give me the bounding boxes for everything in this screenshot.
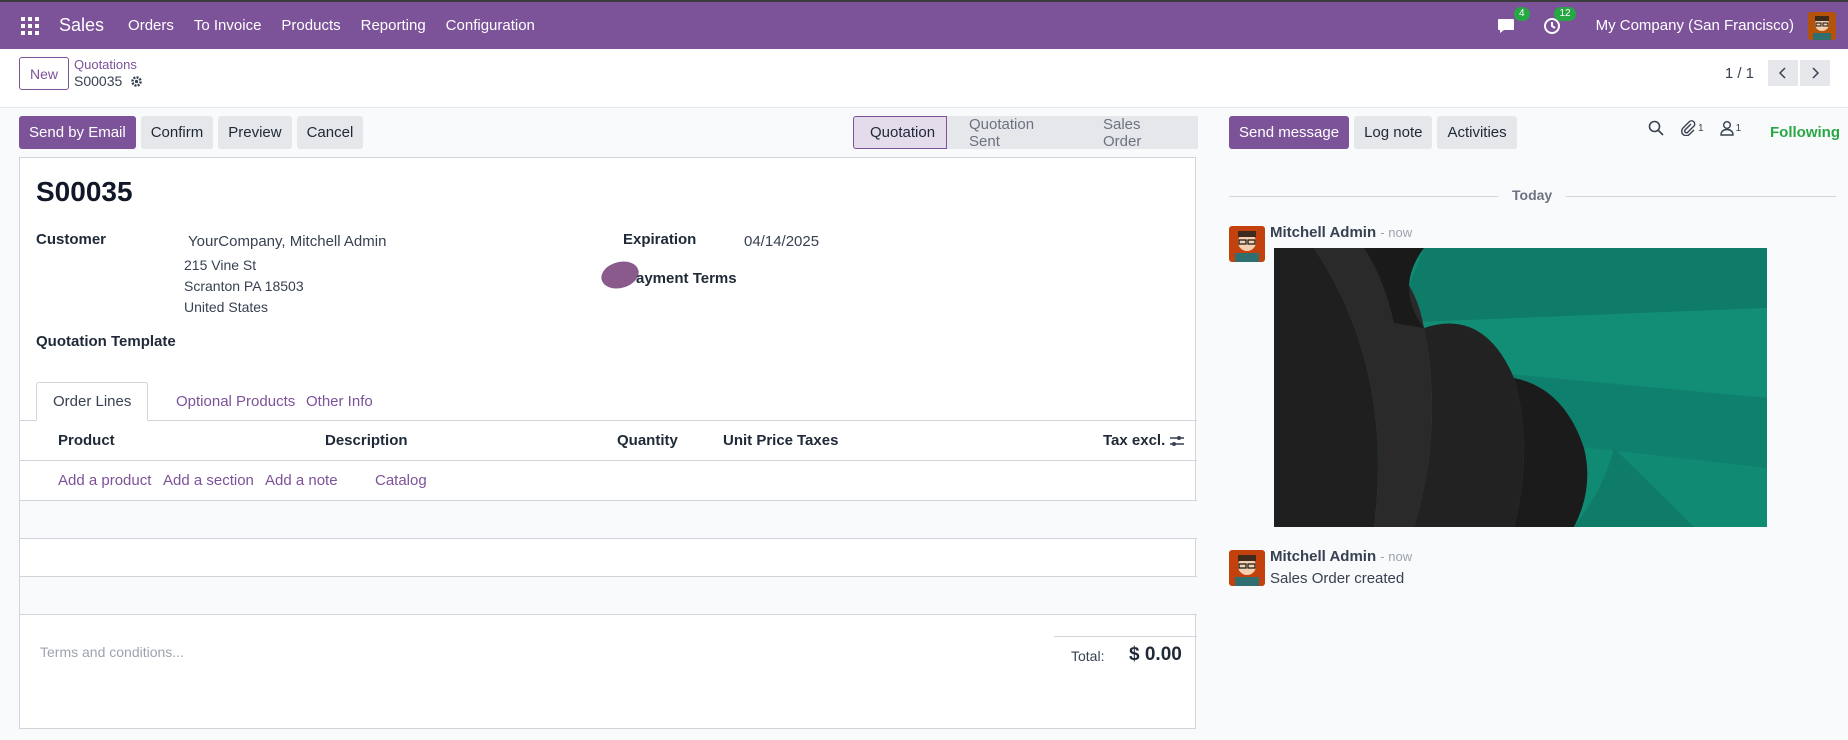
message-body: Sales Order created [1270,570,1405,587]
quotation-template-label: Quotation Template [36,333,176,350]
menu-reporting[interactable]: Reporting [361,17,426,34]
add-note-link[interactable]: Add a note [265,472,338,489]
stage-sales-order[interactable]: Sales Order [1081,115,1198,150]
total-value: $ 0.00 [1129,644,1182,665]
order-lines-actions-row: Add a product Add a section Add a note C… [20,461,1197,501]
col-quantity[interactable]: Quantity [617,432,678,449]
activities-button[interactable]: 12 [1540,6,1576,38]
date-separator-today: Today [1498,187,1567,203]
table-row-empty [20,539,1197,577]
follower-icon [1719,121,1734,136]
tab-optional-products[interactable]: Optional Products [160,382,311,421]
chevron-right-icon [1812,67,1819,79]
chat-icon [1497,18,1514,33]
menu-products[interactable]: Products [281,17,340,34]
col-unit-price[interactable]: Unit Price [723,432,793,449]
breadcrumb-quotations[interactable]: Quotations [74,57,137,72]
table-row-empty [20,577,1197,615]
message-author-name[interactable]: Mitchell Admin [1270,548,1376,565]
catalog-link[interactable]: Catalog [375,472,427,489]
tab-order-lines[interactable]: Order Lines [36,382,149,421]
expiration-label: Expiration [623,231,697,248]
message-time: - now [1380,225,1413,240]
record-name: S00035 [74,73,123,89]
col-tax-excl[interactable]: Tax excl. [1103,432,1165,449]
abstract-image [1274,248,1767,527]
message-author: Mitchell Admin - now [1270,548,1412,565]
menu-orders[interactable]: Orders [128,17,174,34]
message-author-name[interactable]: Mitchell Admin [1270,224,1376,241]
apps-grid-icon[interactable] [21,16,39,35]
followers-count: 1 [1735,122,1742,134]
new-button[interactable]: New [19,57,70,90]
avatar[interactable] [1229,226,1265,262]
chatter-search-button[interactable] [1648,120,1664,136]
company-switcher[interactable]: My Company (San Francisco) [1596,17,1794,34]
customer-field[interactable]: YourCompany, Mitchell Admin [188,233,386,250]
send-message-button[interactable]: Send message [1229,116,1350,149]
message-time: - now [1380,549,1413,564]
add-section-link[interactable]: Add a section [163,472,254,489]
stage-sales-order-label: Sales Order [1103,115,1142,150]
pager-value[interactable]: 1 / 1 [1725,65,1754,82]
order-lines-header: Product Description Quantity Unit Price … [20,421,1197,461]
pager: 1 / 1 [1725,60,1830,86]
cancel-button[interactable]: Cancel [296,116,364,149]
stage-quotation-sent-label: Quotation Sent [969,115,1035,150]
stage-quotation-sent[interactable]: Quotation Sent [947,115,1089,150]
record-title: S00035 [36,176,133,207]
attachments-button[interactable]: 1 [1680,120,1704,136]
send-by-email-button[interactable]: Send by Email [19,116,136,149]
messaging-button[interactable]: 4 [1494,6,1530,38]
form-sheet: S00035 Customer YourCompany, Mitchell Ad… [19,157,1197,729]
followers-button[interactable]: 1 [1719,120,1742,136]
pager-previous-button[interactable] [1768,60,1798,86]
menu-configuration[interactable]: Configuration [446,17,535,34]
message-image-attachment[interactable] [1274,248,1767,527]
add-product-link[interactable]: Add a product [58,472,151,489]
table-row-empty [20,501,1197,539]
chatter-toolbar: 1 1 [1648,120,1741,136]
app-name[interactable]: Sales [59,15,104,36]
messages-badge: 4 [1514,6,1530,21]
tab-other-info[interactable]: Other Info [290,382,389,421]
log-note-button[interactable]: Log note [1354,116,1433,149]
stage-quotation-label: Quotation [870,124,936,141]
preview-button[interactable]: Preview [218,116,292,149]
breadcrumb-current: S00035 [74,73,143,89]
user-avatar[interactable] [1808,11,1836,40]
address-line-3: United States [184,299,269,315]
col-description[interactable]: Description [325,432,408,449]
terms-and-conditions-field[interactable]: Terms and conditions... [40,644,184,660]
avatar[interactable] [1229,550,1265,586]
attachments-count: 1 [1698,122,1704,134]
activities-badge: 12 [1554,6,1576,21]
notebook-tabs: Order Lines Optional Products Other Info [20,382,1197,421]
payment-terms-label: ayment Terms [636,270,737,287]
menu-to-invoice[interactable]: To Invoice [194,17,262,34]
address-line-1: 215 Vine St [184,257,257,273]
chatter-buttons: Send message Log note Activities [1229,116,1517,149]
customer-label: Customer [36,231,107,248]
col-taxes[interactable]: Taxes [797,432,838,449]
top-navbar: Sales Orders To Invoice Products Reporti… [0,0,1848,49]
status-stages: Quotation Quotation Sent Sales Order [853,115,1198,150]
message-author: Mitchell Admin - now [1270,224,1412,241]
paperclip-icon [1680,120,1696,136]
optional-columns-icon[interactable] [1169,434,1185,448]
activities-button[interactable]: Activities [1437,116,1517,149]
expiration-field[interactable]: 04/14/2025 [744,233,819,250]
control-panel: New Quotations S00035 1 / 1 [0,49,1848,108]
statusbar-buttons: Send by Email Confirm Preview Cancel [19,116,364,149]
confirm-button[interactable]: Confirm [140,116,214,149]
following-button[interactable]: Following [1770,124,1840,141]
search-icon [1648,120,1664,136]
gear-icon[interactable] [130,75,143,88]
chevron-left-icon [1779,67,1786,79]
address-line-2: Scranton PA 18503 [184,278,304,294]
pager-next-button[interactable] [1800,60,1830,86]
total-label: Total: [1071,648,1105,664]
stage-quotation[interactable]: Quotation [853,116,947,149]
col-product[interactable]: Product [58,432,115,449]
